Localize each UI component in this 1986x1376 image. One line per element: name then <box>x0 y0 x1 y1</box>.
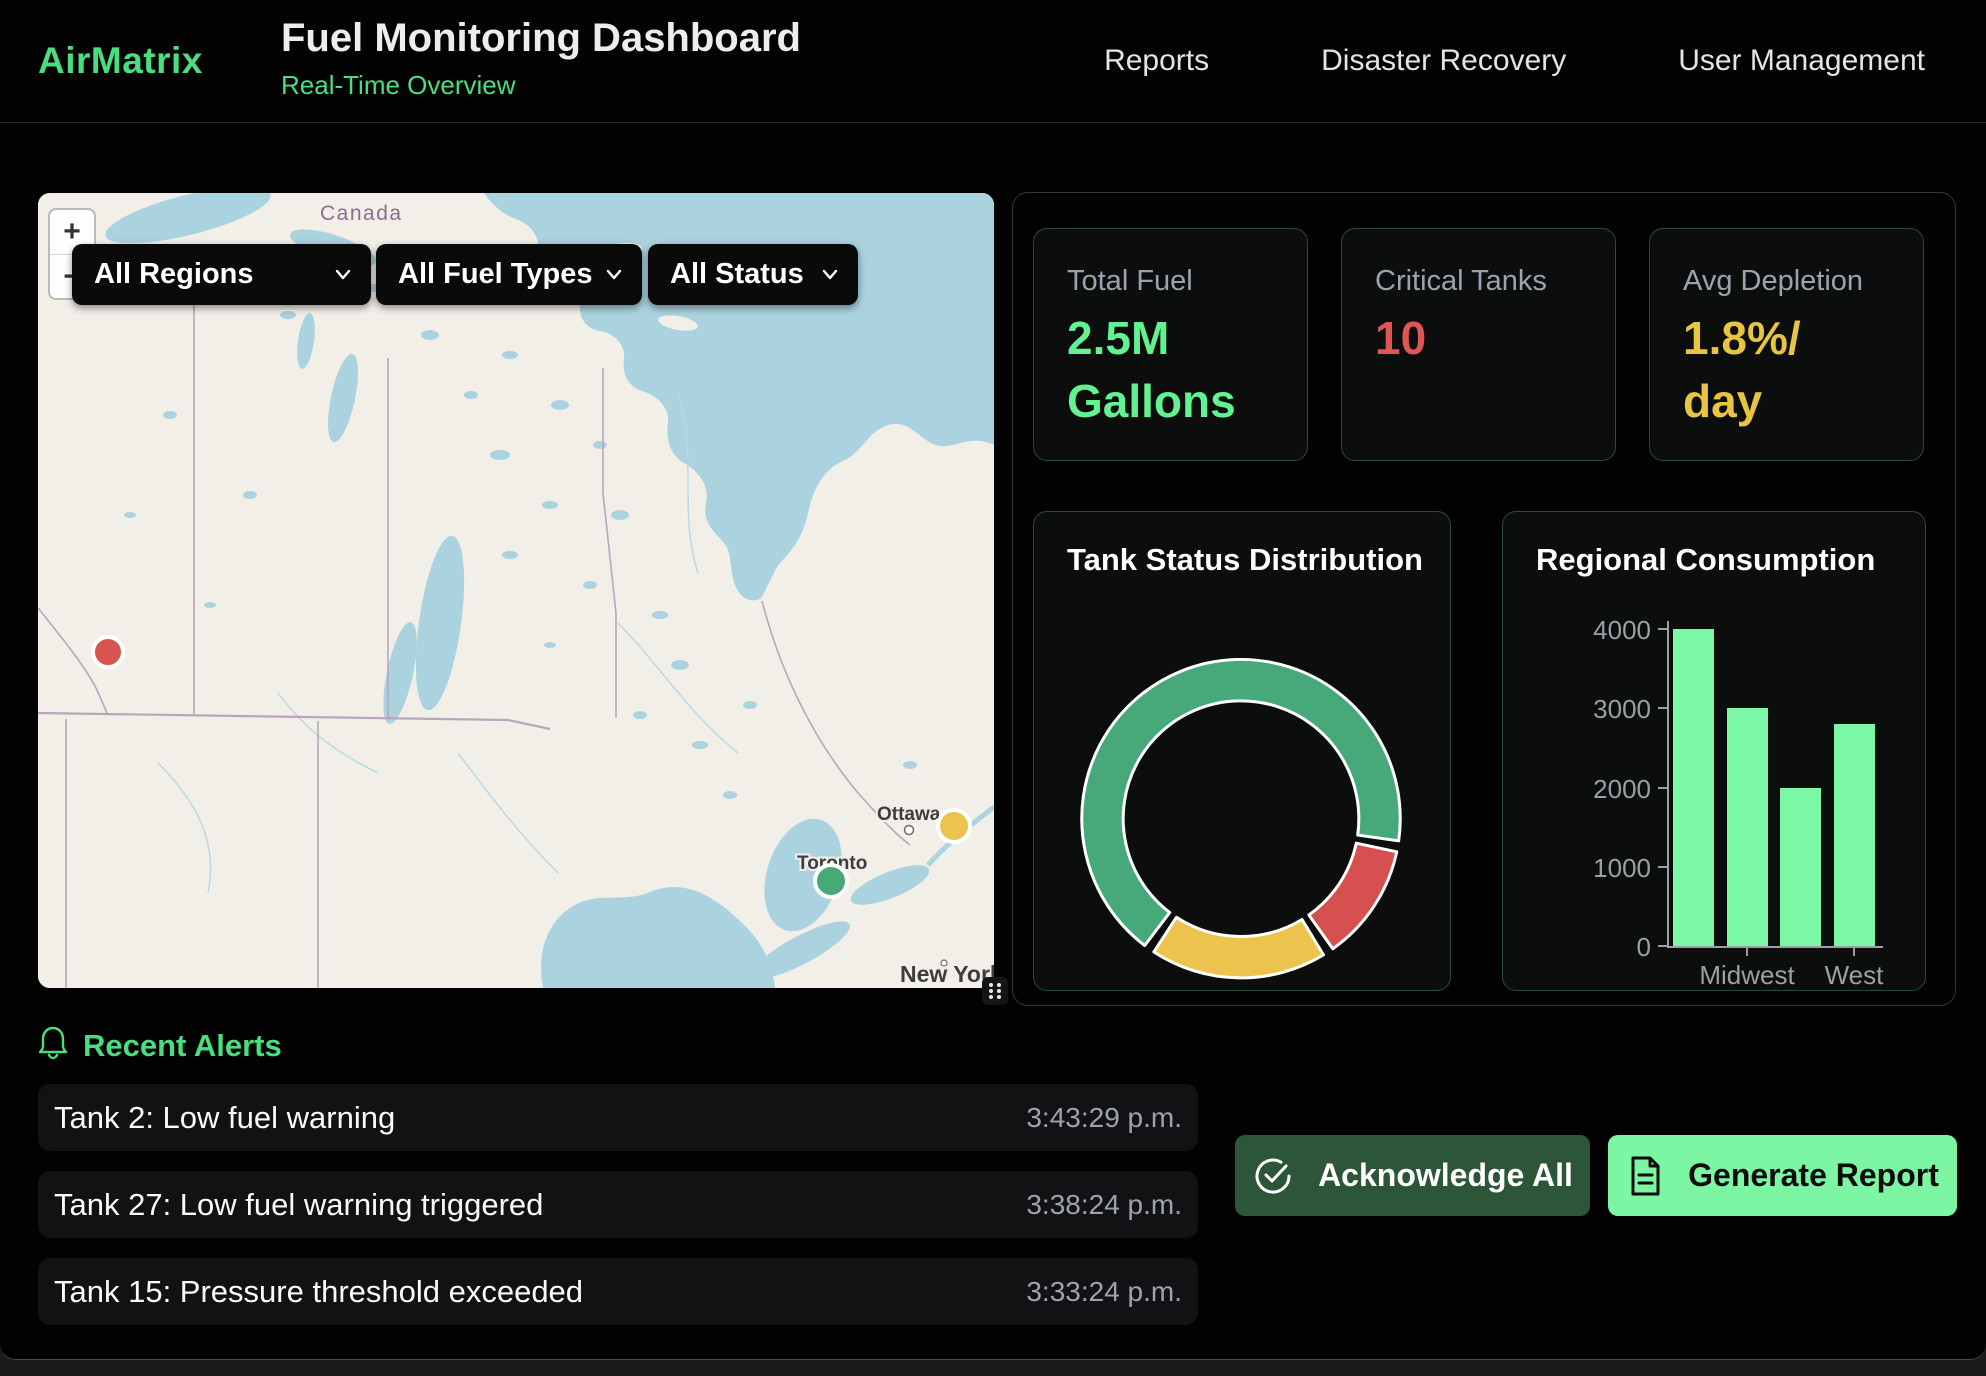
acknowledge-all-button[interactable]: Acknowledge All <box>1235 1135 1590 1216</box>
map-town-dot-ottawa <box>905 826 914 835</box>
check-circle-icon <box>1252 1155 1294 1197</box>
page-title: Fuel Monitoring Dashboard <box>281 16 801 60</box>
y-tick-label: 2000 <box>1511 774 1651 805</box>
file-text-icon <box>1626 1155 1664 1197</box>
filter-all-regions[interactable]: All Regions <box>72 244 371 305</box>
filter-value: All Regions <box>94 258 254 291</box>
generate-report-button[interactable]: Generate Report <box>1608 1135 1957 1216</box>
x-tick-mark <box>1853 948 1855 956</box>
kpi-value: 1.8%/ day <box>1683 307 1923 434</box>
chevron-down-icon <box>822 269 838 280</box>
map-marker-normal[interactable] <box>815 865 847 897</box>
nav-item-user-management[interactable]: User Management <box>1678 44 1925 78</box>
y-tick-mark <box>1658 628 1667 630</box>
dashboard-panel: Total Fuel 2.5M Gallons Critical Tanks 10 Av… <box>1012 192 1956 1006</box>
kpi-value: 10 <box>1375 307 1615 370</box>
generate-report-label: Generate Report <box>1688 1157 1939 1194</box>
bar <box>1780 788 1821 947</box>
x-axis <box>1667 946 1883 948</box>
map-marker-critical[interactable] <box>93 637 123 667</box>
map-label-ottawa: Ottawa <box>877 804 941 825</box>
filter-value: All Fuel Types <box>398 258 592 291</box>
filter-all-status[interactable]: All Status <box>648 244 858 305</box>
tank-status-donut-chart <box>1034 512 1450 990</box>
donut-segment-yellow <box>1154 917 1324 978</box>
nav-item-disaster-recovery[interactable]: Disaster Recovery <box>1321 44 1566 78</box>
alert-message: Tank 27: Low fuel warning triggered <box>54 1187 543 1223</box>
alert-message: Tank 15: Pressure threshold exceeded <box>54 1274 583 1310</box>
bell-icon <box>37 1024 69 1060</box>
y-tick-mark <box>1658 866 1667 868</box>
drag-handle-icon[interactable] <box>982 977 1008 1005</box>
map-panel[interactable]: Canada OttawaTorontoNew York + − All Reg… <box>38 193 994 988</box>
kpi-value: 2.5M Gallons <box>1067 307 1307 434</box>
chevron-down-icon <box>335 269 351 280</box>
bar <box>1727 708 1768 946</box>
y-axis <box>1667 621 1669 948</box>
kpi-card-total-fuel: Total Fuel 2.5M Gallons <box>1033 228 1308 461</box>
y-tick-mark <box>1658 707 1667 709</box>
kpi-card-avg-depletion: Avg Depletion 1.8%/ day <box>1649 228 1924 461</box>
alert-timestamp: 3:38:24 p.m. <box>1026 1189 1182 1221</box>
alert-row: Tank 2: Low fuel warning 3:43:29 p.m. <box>38 1084 1198 1151</box>
title-block: Fuel Monitoring Dashboard Real-Time Over… <box>281 16 801 101</box>
bar <box>1834 724 1875 946</box>
page-subtitle: Real-Time Overview <box>281 70 801 101</box>
kpi-card-critical-tanks: Critical Tanks 10 <box>1341 228 1616 461</box>
header: AirMatrix Fuel Monitoring Dashboard Real… <box>0 0 1986 123</box>
kpi-label: Avg Depletion <box>1683 265 1923 298</box>
alert-timestamp: 3:43:29 p.m. <box>1026 1102 1182 1134</box>
y-tick-mark <box>1658 945 1667 947</box>
map-label-country: Canada <box>320 202 403 225</box>
grip-dots-icon <box>986 982 1004 1000</box>
x-tick-label-west: West <box>1774 960 1934 991</box>
alert-row: Tank 27: Low fuel warning triggered 3:38:… <box>38 1171 1198 1238</box>
kpi-row: Total Fuel 2.5M Gallons Critical Tanks 10 Av… <box>1033 228 1924 461</box>
y-tick-label: 0 <box>1511 932 1651 963</box>
tank-status-card: Tank Status Distribution <box>1033 511 1451 991</box>
map-canvas[interactable]: Canada OttawaTorontoNew York <box>38 193 994 988</box>
y-tick-label: 1000 <box>1511 853 1651 884</box>
y-tick-label: 4000 <box>1511 615 1651 646</box>
filter-value: All Status <box>670 258 804 291</box>
map-marker-warning[interactable] <box>938 810 970 842</box>
filter-all-fuel-types[interactable]: All Fuel Types <box>376 244 642 305</box>
bar <box>1673 629 1714 946</box>
alerts-heading: Recent Alerts <box>83 1028 282 1064</box>
donut-segment-red <box>1309 843 1397 949</box>
chevron-down-icon <box>606 269 622 280</box>
alert-row: Tank 15: Pressure threshold exceeded 3:33… <box>38 1258 1198 1325</box>
acknowledge-all-label: Acknowledge All <box>1318 1157 1573 1194</box>
y-tick-label: 3000 <box>1511 694 1651 725</box>
map-town-dot <box>941 960 947 966</box>
regional-consumption-bar-chart: 01000200030004000MidwestWest <box>1503 512 1925 990</box>
kpi-label: Total Fuel <box>1067 265 1307 298</box>
alert-message: Tank 2: Low fuel warning <box>54 1100 395 1136</box>
alert-timestamp: 3:33:24 p.m. <box>1026 1276 1182 1308</box>
app-root: AirMatrix Fuel Monitoring Dashboard Real… <box>0 0 1986 1360</box>
kpi-label: Critical Tanks <box>1375 265 1615 298</box>
brand-logo: AirMatrix <box>38 0 203 122</box>
main-nav: Reports Disaster Recovery User Management <box>1104 0 1925 122</box>
nav-item-reports[interactable]: Reports <box>1104 44 1209 78</box>
x-tick-mark <box>1746 948 1748 956</box>
y-tick-mark <box>1658 787 1667 789</box>
regional-consumption-card: Regional Consumption 01000200030004000Mi… <box>1502 511 1926 991</box>
